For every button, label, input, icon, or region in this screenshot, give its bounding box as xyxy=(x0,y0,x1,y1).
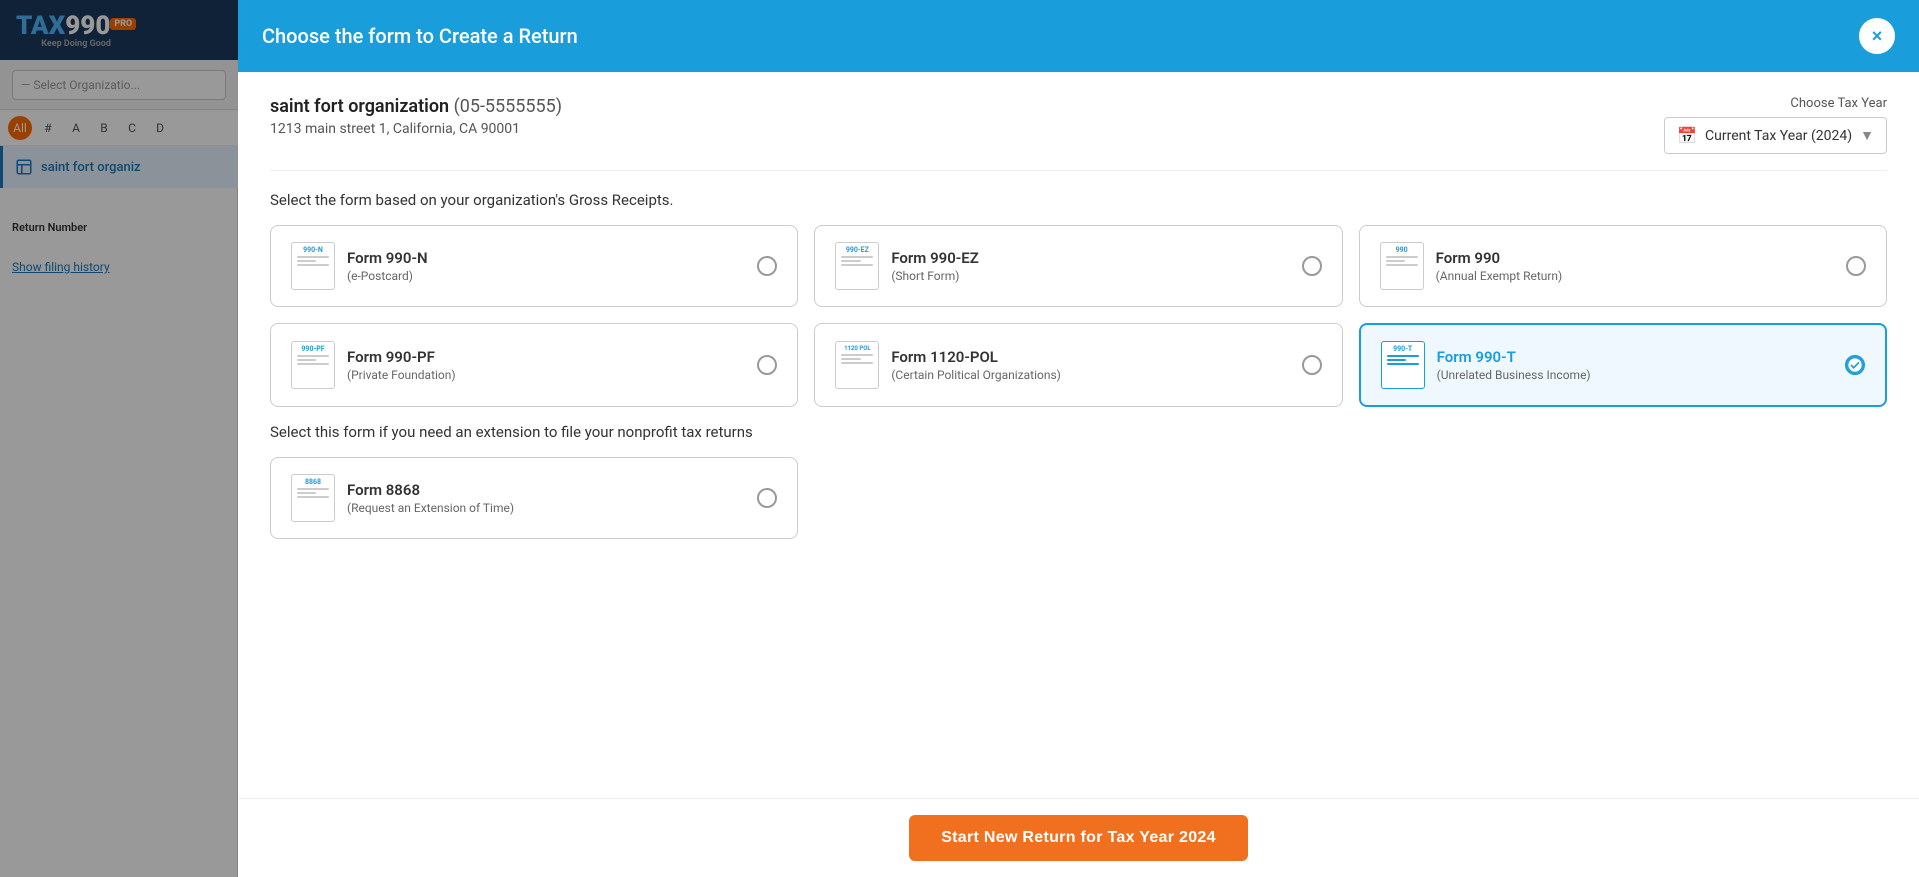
form-info-990: Form 990 (Annual Exempt Return) xyxy=(1436,249,1834,283)
tax-year-label: Choose Tax Year xyxy=(1790,96,1887,111)
modal-footer: Start New Return for Tax Year 2024 xyxy=(238,798,1919,877)
form-desc-990: (Annual Exempt Return) xyxy=(1436,269,1834,283)
form-desc-8868: (Request an Extension of Time) xyxy=(347,501,745,515)
form-desc-990ez: (Short Form) xyxy=(891,269,1289,283)
form-card-8868[interactable]: 8868 Form 8868 (Request an Extension of … xyxy=(270,457,798,539)
form-info-990n: Form 990-N (e-Postcard) xyxy=(347,249,745,283)
tax-year-section: Choose Tax Year 📅 Current Tax Year (2024… xyxy=(1664,96,1887,154)
close-modal-button[interactable]: × xyxy=(1859,18,1895,54)
form-icon-990pf: 990-PF xyxy=(291,341,335,389)
modal-header: Choose the form to Create a Return × xyxy=(238,0,1919,72)
form-name-990n: Form 990-N xyxy=(347,249,745,267)
form-info-990pf: Form 990-PF (Private Foundation) xyxy=(347,348,745,382)
form-icon-8868: 8868 xyxy=(291,474,335,522)
chevron-down-icon: ▼ xyxy=(1860,127,1874,144)
org-ein: (05-5555555) xyxy=(454,96,562,117)
extension-grid: 8868 Form 8868 (Request an Extension of … xyxy=(270,457,1887,539)
form-card-990t[interactable]: 990-T Form 990-T (Unrelated Business Inc… xyxy=(1359,323,1887,407)
form-card-1120pol[interactable]: 1120 POL Form 1120-POL (Certain Politica… xyxy=(814,323,1342,407)
org-address: 1213 main street 1, California, CA 90001 xyxy=(270,121,562,137)
form-icon-990ez: 990-EZ xyxy=(835,242,879,290)
form-desc-990n: (e-Postcard) xyxy=(347,269,745,283)
org-header: saint fort organization (05-5555555) 121… xyxy=(270,96,1887,171)
form-card-990[interactable]: 990 Form 990 (Annual Exempt Return) xyxy=(1359,225,1887,307)
form-radio-990n[interactable] xyxy=(757,256,777,276)
form-radio-990ez[interactable] xyxy=(1302,256,1322,276)
form-desc-1120pol: (Certain Political Organizations) xyxy=(891,368,1289,382)
form-name-990t: Form 990-T xyxy=(1437,348,1833,366)
selected-checkmark-icon xyxy=(1847,355,1863,375)
create-return-modal: Choose the form to Create a Return × sai… xyxy=(238,0,1919,877)
form-icon-1120pol: 1120 POL xyxy=(835,341,879,389)
extension-section: Select this form if you need an extensio… xyxy=(270,423,1887,539)
form-info-990ez: Form 990-EZ (Short Form) xyxy=(891,249,1289,283)
form-icon-990t: 990-T xyxy=(1381,341,1425,389)
form-radio-1120pol[interactable] xyxy=(1302,355,1322,375)
form-name-990: Form 990 xyxy=(1436,249,1834,267)
gross-receipts-label: Select the form based on your organizati… xyxy=(270,191,1887,209)
form-icon-990n: 990-N xyxy=(291,242,335,290)
form-desc-990t: (Unrelated Business Income) xyxy=(1437,368,1833,382)
form-card-990ez[interactable]: 990-EZ Form 990-EZ (Short Form) xyxy=(814,225,1342,307)
form-info-1120pol: Form 1120-POL (Certain Political Organiz… xyxy=(891,348,1289,382)
form-name-990pf: Form 990-PF xyxy=(347,348,745,366)
extension-label: Select this form if you need an extensio… xyxy=(270,423,1887,441)
calendar-icon: 📅 xyxy=(1677,126,1697,145)
form-info-990t: Form 990-T (Unrelated Business Income) xyxy=(1437,348,1833,382)
form-desc-990pf: (Private Foundation) xyxy=(347,368,745,382)
form-info-8868: Form 8868 (Request an Extension of Time) xyxy=(347,481,745,515)
form-name-1120pol: Form 1120-POL xyxy=(891,348,1289,366)
form-radio-990pf[interactable] xyxy=(757,355,777,375)
tax-year-value: Current Tax Year (2024) xyxy=(1705,128,1852,144)
form-icon-990: 990 xyxy=(1380,242,1424,290)
tax-year-select[interactable]: 📅 Current Tax Year (2024) ▼ xyxy=(1664,117,1887,154)
form-card-990pf[interactable]: 990-PF Form 990-PF (Private Foundation) xyxy=(270,323,798,407)
org-info: saint fort organization (05-5555555) 121… xyxy=(270,96,562,137)
start-new-return-button[interactable]: Start New Return for Tax Year 2024 xyxy=(909,815,1248,861)
forms-grid: 990-N Form 990-N (e-Postcard) 990-EZ xyxy=(270,225,1887,407)
org-full-name: saint fort organization (05-5555555) xyxy=(270,96,562,117)
form-radio-8868[interactable] xyxy=(757,488,777,508)
modal-title: Choose the form to Create a Return xyxy=(262,24,578,48)
form-name-8868: Form 8868 xyxy=(347,481,745,499)
form-name-990ez: Form 990-EZ xyxy=(891,249,1289,267)
form-radio-990[interactable] xyxy=(1846,256,1866,276)
modal-body: saint fort organization (05-5555555) 121… xyxy=(238,72,1919,798)
form-radio-990t[interactable] xyxy=(1845,355,1865,375)
form-card-990n[interactable]: 990-N Form 990-N (e-Postcard) xyxy=(270,225,798,307)
